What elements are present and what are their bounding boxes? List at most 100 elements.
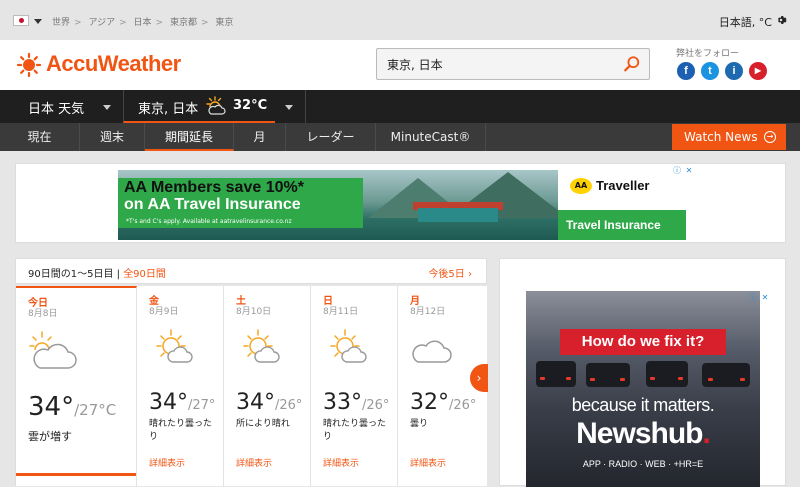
boat-image: [418, 208, 498, 222]
ad-headline-2: on AA Travel Insurance: [124, 196, 301, 213]
twitter-icon[interactable]: t: [701, 62, 719, 80]
forecast-cards: 今日 8月8日 34°/27°C 雲が増す 金 8月9日 34°/27° 晴れた…: [15, 286, 487, 486]
side-ad-container: How do we fix it? because it matters. Ne…: [499, 258, 786, 487]
date-label: 8月12日: [410, 307, 446, 317]
forecast-header: 90日間の1〜5日目 | 全90日間 今後5日 ›: [15, 258, 487, 284]
arrow-right-icon: →: [764, 131, 776, 143]
tab-month[interactable]: 月: [234, 123, 286, 151]
header: AccuWeather 弊社をフォロー f t i ▶: [0, 40, 800, 90]
sun-cloud-icon: [330, 329, 367, 363]
brand-logo[interactable]: AccuWeather: [46, 51, 181, 77]
low-temp: /26°: [275, 398, 303, 413]
date-label: 8月10日: [236, 307, 272, 317]
ad-image: [526, 291, 760, 487]
current-temperature: 32°C: [233, 98, 268, 113]
ad-banner[interactable]: AA Members save 10%* on AA Travel Insura…: [118, 170, 686, 240]
tab-minutecast[interactable]: MinuteCast®: [376, 123, 486, 151]
ad-subline: APP · RADIO · WEB · +HR=E: [582, 459, 704, 469]
divider: [305, 90, 306, 123]
forecast-card[interactable]: 金 8月9日 34°/27° 晴れたり曇ったり 詳細表示: [137, 286, 224, 486]
high-temp: 33°: [323, 390, 362, 415]
details-link[interactable]: 詳細表示: [410, 456, 446, 469]
forecast-card[interactable]: 土 8月10日 34°/26° 所により晴れ 詳細表示: [224, 286, 311, 486]
breadcrumb-item[interactable]: 東京: [215, 18, 233, 28]
forecast-card[interactable]: 日 8月11日 33°/26° 晴れたり曇ったり 詳細表示: [311, 286, 398, 486]
tab-weekend[interactable]: 週末: [80, 123, 145, 151]
search-input[interactable]: [387, 55, 607, 73]
location-city: 東京, 日本: [138, 102, 199, 117]
breadcrumb-item[interactable]: アジア: [88, 18, 115, 28]
facebook-icon[interactable]: f: [677, 62, 695, 80]
low-temp: /27°C: [74, 401, 117, 419]
low-temp: /27°: [188, 398, 216, 413]
cloud-icon: [412, 340, 452, 363]
weather-description: 所により晴れ: [236, 419, 290, 429]
aa-logo: AA: [570, 178, 592, 194]
follow-label: 弊社をフォロー: [676, 49, 740, 59]
partly-sunny-icon: [206, 96, 226, 115]
tab-radar[interactable]: レーダー: [286, 123, 376, 151]
watch-news-label: Watch News: [684, 130, 758, 144]
japan-flag-icon[interactable]: [13, 15, 29, 26]
forecast-card-today[interactable]: 今日 8月8日 34°/27°C 雲が増す: [16, 286, 137, 486]
ad-cta-button[interactable]: Travel Insurance: [558, 210, 686, 240]
high-temp: 32°: [410, 390, 449, 415]
ad-tagline: because it matters.: [571, 395, 715, 415]
country-selector[interactable]: 日本 天気: [28, 98, 84, 117]
date-label: 8月11日: [323, 307, 359, 317]
ad-headline-1: AA Members save 10%*: [124, 179, 304, 196]
newshub-logo: Newshub.: [576, 417, 711, 450]
date-label: 8月9日: [149, 307, 179, 317]
full-90-days-link[interactable]: 全90日間: [123, 269, 166, 280]
high-temp: 34°: [149, 390, 188, 415]
details-link[interactable]: 詳細表示: [236, 456, 272, 469]
weather-description: 曇り: [410, 419, 429, 429]
breadcrumb: 世界 > アジア > 日本 > 東京都 > 東京: [52, 18, 234, 28]
details-link[interactable]: 詳細表示: [323, 456, 359, 469]
chevron-down-icon[interactable]: [103, 105, 111, 110]
watch-news-button[interactable]: Watch News →: [672, 124, 786, 150]
weather-description: 晴れたり曇ったり: [149, 419, 213, 442]
current-location[interactable]: 東京, 日本 32°C: [123, 90, 275, 123]
chevron-down-icon[interactable]: [34, 19, 42, 24]
location-bar: 日本 天気 東京, 日本 32°C: [0, 90, 800, 123]
accuweather-sun-icon[interactable]: [17, 53, 41, 77]
ad-banner-container: AA Members save 10%* on AA Travel Insura…: [15, 163, 786, 243]
top-bar: 世界 > アジア > 日本 > 東京都 > 東京 日本語, °C: [0, 0, 800, 40]
sun-cloud-icon: [156, 329, 193, 363]
tab-extended[interactable]: 期間延長: [145, 123, 234, 151]
breadcrumb-item[interactable]: 東京都: [170, 18, 197, 28]
side-ad[interactable]: How do we fix it? because it matters. Ne…: [526, 291, 760, 487]
search-box: [376, 48, 650, 80]
chevron-down-icon[interactable]: [285, 105, 293, 110]
chevron-right-icon: ›: [468, 269, 472, 280]
search-icon[interactable]: [623, 55, 641, 73]
close-icon[interactable]: ✕: [684, 166, 694, 176]
tab-now[interactable]: 現在: [0, 123, 80, 151]
ad-headline: How do we fix it?: [560, 329, 726, 355]
weather-description: 晴れたり曇ったり: [323, 419, 387, 442]
language-selector[interactable]: 日本語, °C: [719, 14, 772, 30]
high-temp: 34°: [28, 392, 75, 422]
high-temp: 34°: [236, 390, 275, 415]
adchoices-icon[interactable]: ⓘ: [672, 166, 682, 176]
active-indicator: [16, 473, 136, 476]
adchoices-icon[interactable]: ⓘ: [748, 293, 758, 303]
forecast-title: 90日間の1〜5日目 |: [28, 269, 124, 280]
date-label: 8月8日: [28, 309, 58, 319]
next-5-days-link[interactable]: 今後5日 ›: [428, 265, 472, 280]
low-temp: /26°: [449, 398, 477, 413]
breadcrumb-item[interactable]: 日本: [134, 18, 152, 28]
instagram-icon[interactable]: i: [725, 62, 743, 80]
weather-description: 雲が増す: [28, 430, 72, 443]
breadcrumb-item[interactable]: 世界: [52, 18, 70, 28]
close-icon[interactable]: ✕: [760, 293, 770, 303]
youtube-icon[interactable]: ▶: [749, 62, 767, 80]
ad-brand-name: Traveller: [596, 178, 650, 193]
details-link[interactable]: 詳細表示: [149, 456, 185, 469]
partly-cloudy-icon: [29, 331, 77, 369]
low-temp: /26°: [362, 398, 390, 413]
ad-fine-print: *T's and C's apply. Available at aatrave…: [126, 218, 292, 225]
gear-icon[interactable]: [775, 14, 787, 26]
sun-cloud-icon: [243, 329, 280, 363]
